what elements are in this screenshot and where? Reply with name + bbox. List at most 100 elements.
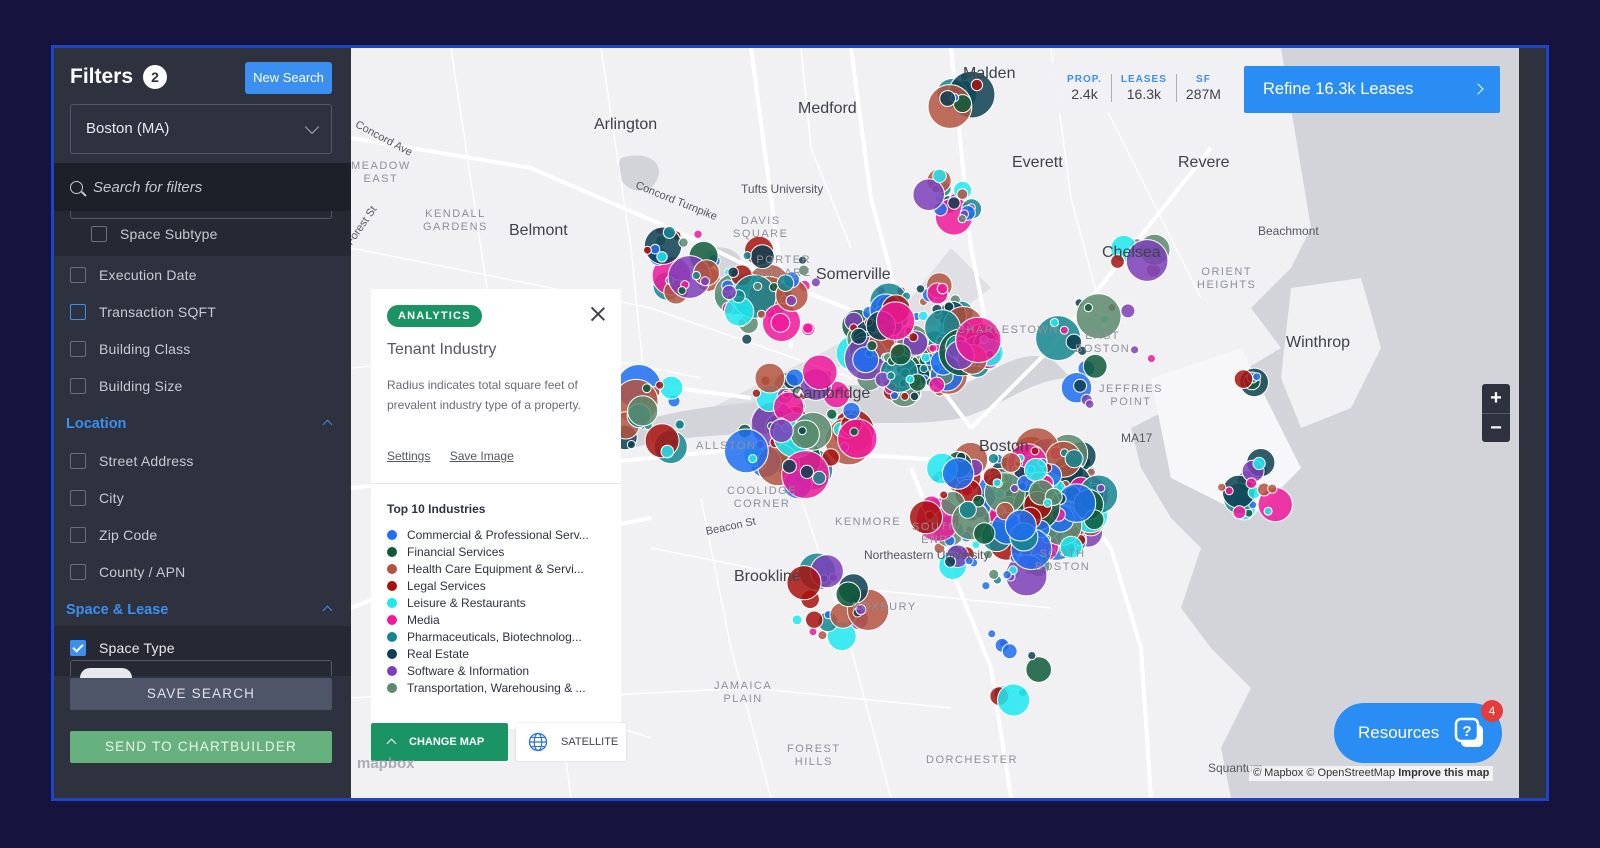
property-bubble[interactable] <box>662 225 676 239</box>
close-icon[interactable] <box>591 307 605 321</box>
property-bubble[interactable] <box>866 340 878 352</box>
property-bubble[interactable] <box>770 312 791 333</box>
property-bubble[interactable] <box>1010 484 1019 493</box>
property-bubble[interactable] <box>915 284 926 294</box>
filter-building-class[interactable]: Building Class <box>54 330 351 367</box>
property-bubble[interactable] <box>1146 354 1157 364</box>
property-bubble[interactable] <box>641 383 652 394</box>
property-bubble[interactable] <box>1232 505 1247 520</box>
property-bubble[interactable] <box>956 188 969 201</box>
property-bubble[interactable] <box>876 301 916 341</box>
property-bubble[interactable] <box>920 352 931 363</box>
market-select[interactable]: Boston (MA) <box>70 104 332 154</box>
property-bubble[interactable] <box>842 401 861 420</box>
filter-transaction-sqft[interactable]: Transaction SQFT <box>54 293 351 330</box>
property-bubble[interactable] <box>812 470 827 485</box>
mapbox-logo[interactable]: mapbox <box>357 755 415 772</box>
property-bubble[interactable] <box>997 683 1031 717</box>
property-bubble[interactable] <box>1064 449 1084 469</box>
property-bubble[interactable] <box>642 245 652 255</box>
zoom-in-button[interactable]: + <box>1482 384 1510 413</box>
property-bubble[interactable] <box>781 458 797 474</box>
property-bubble[interactable] <box>889 343 912 366</box>
property-bubble[interactable] <box>677 286 687 295</box>
checkbox[interactable] <box>70 266 86 283</box>
property-bubble[interactable] <box>1120 303 1136 319</box>
send-to-chartbuilder-button[interactable]: SEND TO CHARTBUILDER <box>70 731 332 763</box>
property-bubble[interactable] <box>1023 457 1048 482</box>
property-bubble[interactable] <box>727 266 740 278</box>
property-bubble[interactable] <box>941 457 975 490</box>
property-bubble[interactable] <box>1130 345 1140 355</box>
property-bubble[interactable] <box>905 374 915 384</box>
property-bubble[interactable] <box>721 284 737 301</box>
property-bubble[interactable] <box>958 500 977 519</box>
property-bubble[interactable] <box>988 568 1000 581</box>
property-bubble[interactable] <box>1042 498 1053 508</box>
property-bubble[interactable] <box>751 388 762 398</box>
property-bubble[interactable] <box>1083 303 1094 313</box>
property-bubble[interactable] <box>674 419 685 430</box>
property-bubble[interactable] <box>886 371 896 381</box>
property-bubble[interactable] <box>753 281 763 291</box>
space-type-chip[interactable] <box>80 668 132 678</box>
filter-execution-date[interactable]: Execution Date <box>54 256 351 293</box>
filter-city[interactable]: City <box>54 479 351 516</box>
property-bubble[interactable] <box>957 214 967 224</box>
property-bubble[interactable] <box>1073 378 1088 393</box>
property-bubble[interactable] <box>1224 486 1234 496</box>
property-bubble[interactable] <box>797 426 807 436</box>
property-bubble[interactable] <box>700 276 710 287</box>
property-bubble[interactable] <box>1233 369 1254 389</box>
filter-building-size[interactable]: Building Size <box>54 367 351 404</box>
property-bubble[interactable] <box>1004 509 1037 542</box>
filter-street-address[interactable]: Street Address <box>54 442 351 479</box>
property-bubble[interactable] <box>769 418 794 444</box>
map-canvas[interactable]: Malden Medford Arlington Everett Revere Tufts… <box>351 48 1519 798</box>
property-bubble[interactable] <box>742 251 752 261</box>
property-bubble[interactable] <box>928 376 946 394</box>
zoom-out-button[interactable]: − <box>1482 413 1510 442</box>
property-bubble[interactable] <box>627 395 659 427</box>
filter-space-type[interactable]: Space Type <box>54 629 351 666</box>
new-search-button[interactable]: New Search <box>245 62 332 94</box>
property-bubble[interactable] <box>1001 643 1018 660</box>
property-bubble[interactable] <box>1025 656 1053 683</box>
property-bubble[interactable] <box>909 391 920 402</box>
property-bubble[interactable] <box>693 229 703 240</box>
property-bubble[interactable] <box>754 362 786 394</box>
property-bubble[interactable] <box>678 237 689 248</box>
settings-link[interactable]: Settings <box>387 449 430 463</box>
property-bubble[interactable] <box>939 90 956 107</box>
improve-map-link[interactable]: Improve this map <box>1398 767 1489 779</box>
property-bubble[interactable] <box>1027 651 1037 661</box>
property-bubble[interactable] <box>805 610 824 629</box>
property-bubble[interactable] <box>655 380 665 390</box>
property-bubble[interactable] <box>947 196 961 210</box>
property-bubble[interactable] <box>939 490 949 500</box>
property-bubble[interactable] <box>837 418 878 459</box>
property-bubble[interactable] <box>936 282 949 295</box>
property-bubble[interactable] <box>748 454 758 464</box>
property-bubble[interactable] <box>1030 446 1040 456</box>
property-bubble[interactable] <box>799 464 814 479</box>
property-bubble[interactable] <box>1252 456 1266 471</box>
save-search-button[interactable]: SAVE SEARCH <box>70 678 332 710</box>
property-bubble[interactable] <box>660 444 675 459</box>
property-bubble[interactable] <box>656 251 668 263</box>
property-bubble[interactable] <box>741 333 753 345</box>
property-bubble[interactable] <box>691 270 701 281</box>
property-bubble[interactable] <box>1082 353 1108 379</box>
save-image-link[interactable]: Save Image <box>450 449 514 463</box>
property-bubble[interactable] <box>1217 482 1227 492</box>
property-bubble[interactable] <box>981 581 991 591</box>
property-bubble[interactable] <box>802 322 814 335</box>
checkbox[interactable] <box>70 377 86 394</box>
filter-search-input[interactable] <box>93 178 323 196</box>
property-bubble[interactable] <box>850 327 868 345</box>
property-bubble[interactable] <box>785 294 797 307</box>
property-bubble[interactable] <box>900 391 910 401</box>
property-bubble[interactable] <box>919 364 929 373</box>
property-bubble[interactable] <box>1252 372 1262 382</box>
refine-leases-button[interactable]: Refine 16.3k Leases <box>1244 66 1500 113</box>
